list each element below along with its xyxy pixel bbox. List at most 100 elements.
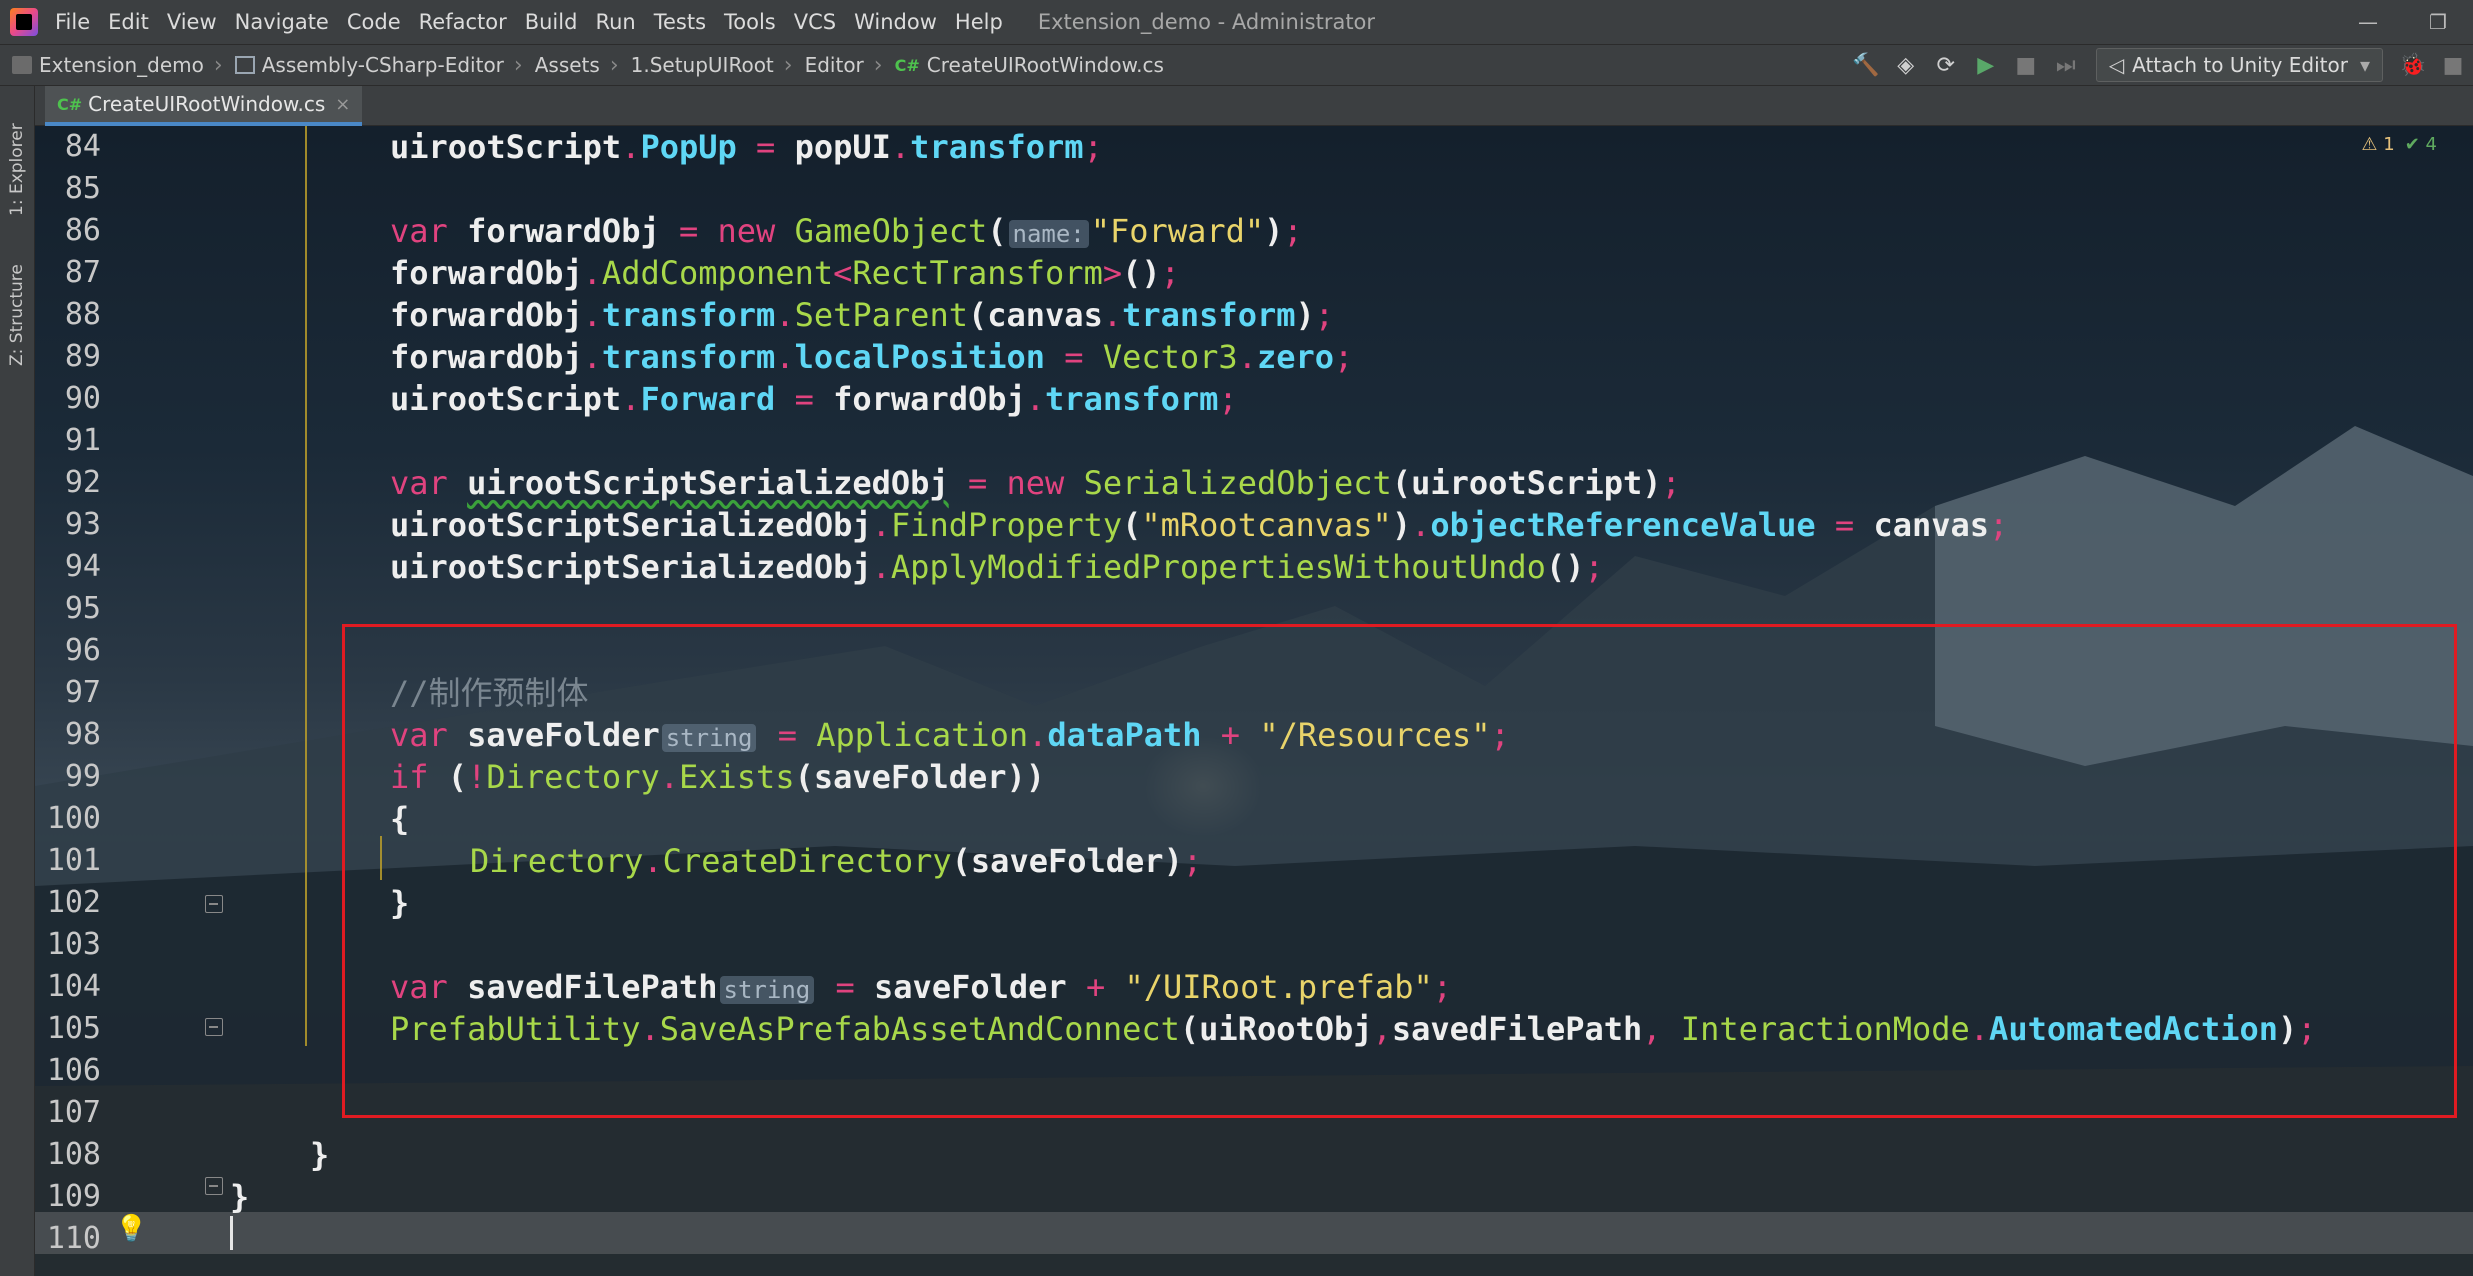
red-annotation-box <box>342 624 2457 1118</box>
breadcrumb-project-label: Extension_demo <box>39 53 204 77</box>
menu-tools[interactable]: Tools <box>715 10 785 34</box>
close-icon[interactable]: × <box>335 94 350 115</box>
menu-navigate[interactable]: Navigate <box>226 10 338 34</box>
menu-tests[interactable]: Tests <box>645 10 715 34</box>
param-hint: name: <box>1008 220 1089 248</box>
menu-code[interactable]: Code <box>338 10 410 34</box>
line-number: 93 <box>64 507 101 542</box>
project-icon <box>12 56 32 74</box>
chevron-right-icon: › <box>873 52 883 78</box>
breadcrumb-file[interactable]: C# CreateUIRootWindow.cs <box>883 53 1164 77</box>
code-line-88: forwardObj.transform.SetParent(canvas.tr… <box>390 296 1335 334</box>
breadcrumb-assembly-label: Assembly-CSharp-Editor <box>261 53 504 77</box>
navigation-bar: Extension_demo › Assembly-CSharp-Editor … <box>0 44 2473 86</box>
breadcrumb-folder-setup[interactable]: 1.SetupUIRoot › <box>619 53 793 78</box>
fold-marker-icon[interactable] <box>205 1177 223 1195</box>
menu-refactor[interactable]: Refactor <box>410 10 516 34</box>
line-number: 107 <box>46 1095 101 1130</box>
explorer-tab-label: 1: Explorer <box>7 123 27 216</box>
line-number: 89 <box>64 339 101 374</box>
code-line-86: var forwardObj = new GameObject(name: "Fo… <box>390 212 1303 250</box>
line-number: 100 <box>46 801 101 836</box>
breadcrumb-folder-label: Editor <box>804 53 864 77</box>
chevron-right-icon: › <box>609 52 619 78</box>
line-number: 110 <box>46 1221 101 1256</box>
code-editor[interactable]: 84 85 86 87 88 89 90 91 92 93 94 95 96 97 98 99 100 101 10… <box>35 126 2473 1276</box>
code-line-89: forwardObj.transform.localPosition = Vec… <box>390 338 1354 376</box>
menu-window[interactable]: Window <box>845 10 946 34</box>
explorer-tool-tab[interactable]: 1: Explorer <box>4 96 30 216</box>
restore-icon[interactable]: ❐ <box>2403 0 2473 44</box>
minimize-icon[interactable]: — <box>2333 0 2403 44</box>
run-icon[interactable]: ▶ <box>1969 48 2003 82</box>
csharp-file-icon: C# <box>894 56 920 75</box>
build-hammer-icon[interactable]: 🔨 <box>1849 48 1883 82</box>
menu-vcs[interactable]: VCS <box>785 10 845 34</box>
line-number: 106 <box>46 1053 101 1088</box>
menu-help[interactable]: Help <box>946 10 1012 34</box>
editor-tab-bar: C# CreateUIRootWindow.cs × <box>35 86 2473 126</box>
line-number: 87 <box>64 255 101 290</box>
line-number: 84 <box>64 129 101 164</box>
debug-bug-icon[interactable]: 🐞 <box>2396 48 2430 82</box>
lightbulb-icon[interactable]: 💡 <box>115 1214 147 1248</box>
line-number: 109 <box>46 1179 101 1214</box>
breadcrumb-folder-label: Assets <box>534 53 600 77</box>
line-number: 96 <box>64 633 101 668</box>
stop-debug-icon[interactable]: ■ <box>2436 48 2470 82</box>
step-icon[interactable]: ⏭ <box>2049 48 2083 82</box>
code-line-84: uirootScript.PopUp = popUI.transform; <box>390 128 1103 166</box>
breadcrumb-assembly[interactable]: Assembly-CSharp-Editor › <box>223 53 523 78</box>
run-configuration-select[interactable]: ◁ Attach to Unity Editor ▾ <box>2095 48 2383 82</box>
line-number: 95 <box>64 591 101 626</box>
tab-create-ui-root-window[interactable]: C# CreateUIRootWindow.cs × <box>45 86 363 126</box>
attach-icon: ◁ <box>2108 53 2125 77</box>
breadcrumb-folder-editor[interactable]: Editor › <box>793 53 883 78</box>
breadcrumb-folder-assets[interactable]: Assets › <box>523 53 619 78</box>
code-line-90: uirootScript.Forward = forwardObj.transf… <box>390 380 1238 418</box>
warning-count: ⚠ 1 <box>2361 134 2395 155</box>
stop-icon[interactable]: ■ <box>2009 48 2043 82</box>
line-number-gutter: 84 85 86 87 88 89 90 91 92 93 94 95 96 97 98 99 100 101 10… <box>35 126 215 1276</box>
line-number: 99 <box>64 759 101 794</box>
line-number: 92 <box>64 465 101 500</box>
text-caret <box>230 1216 233 1250</box>
rider-logo-icon <box>10 8 38 36</box>
structure-tool-tab[interactable]: Z: Structure <box>4 236 30 366</box>
line-number: 88 <box>64 297 101 332</box>
menu-edit[interactable]: Edit <box>99 10 158 34</box>
code-line-93: uirootScriptSerializedObj.FindProperty("… <box>390 506 2009 544</box>
tab-file-label: CreateUIRootWindow.cs <box>88 92 326 116</box>
code-line-108: } <box>310 1136 330 1174</box>
line-number: 102 <box>46 885 101 920</box>
menu-view[interactable]: View <box>158 10 226 34</box>
line-number: 101 <box>46 843 101 878</box>
toolbar: 🔨 ◈ ⟳ ▶ ■ ⏭ ◁ Attach to Unity Editor ▾ 🐞… <box>1846 45 2473 85</box>
assembly-icon <box>234 56 255 74</box>
string-forward: "Forward" <box>1090 212 1265 250</box>
unity-refresh-icon[interactable]: ⟳ <box>1929 48 1963 82</box>
unity-icon[interactable]: ◈ <box>1889 48 1923 82</box>
string-root-canvas: "mRootcanvas" <box>1141 506 1392 544</box>
fold-marker-icon[interactable] <box>205 1018 223 1036</box>
line-number: 94 <box>64 549 101 584</box>
chevron-down-icon: ▾ <box>2359 53 2370 77</box>
menu-build[interactable]: Build <box>516 10 587 34</box>
menu-run[interactable]: Run <box>586 10 644 34</box>
inspection-widget[interactable]: ⚠ 1 ✔ 4 <box>2361 134 2437 155</box>
line-number: 97 <box>64 675 101 710</box>
code-line-87: forwardObj.AddComponent<RectTransform>()… <box>390 254 1180 292</box>
fold-marker-icon[interactable] <box>205 895 223 913</box>
code-line-92: var uirootScriptSerializedObj = new Seri… <box>390 464 1681 502</box>
breadcrumb-folder-label: 1.SetupUIRoot <box>630 53 774 77</box>
tool-window-strip: 1: Explorer Z: Structure <box>0 86 35 1276</box>
csharp-file-icon: C# <box>57 94 83 114</box>
window-title: Extension_demo - Administrator <box>1037 10 1376 34</box>
line-number: 86 <box>64 213 101 248</box>
breadcrumb-project[interactable]: Extension_demo › <box>0 53 223 78</box>
title-bar: File Edit View Navigate Code Refactor Bu… <box>0 0 2473 44</box>
code-line-109: } <box>230 1178 250 1216</box>
menu-file[interactable]: File <box>46 10 99 34</box>
line-number: 98 <box>64 717 101 752</box>
chevron-right-icon: › <box>783 52 793 78</box>
